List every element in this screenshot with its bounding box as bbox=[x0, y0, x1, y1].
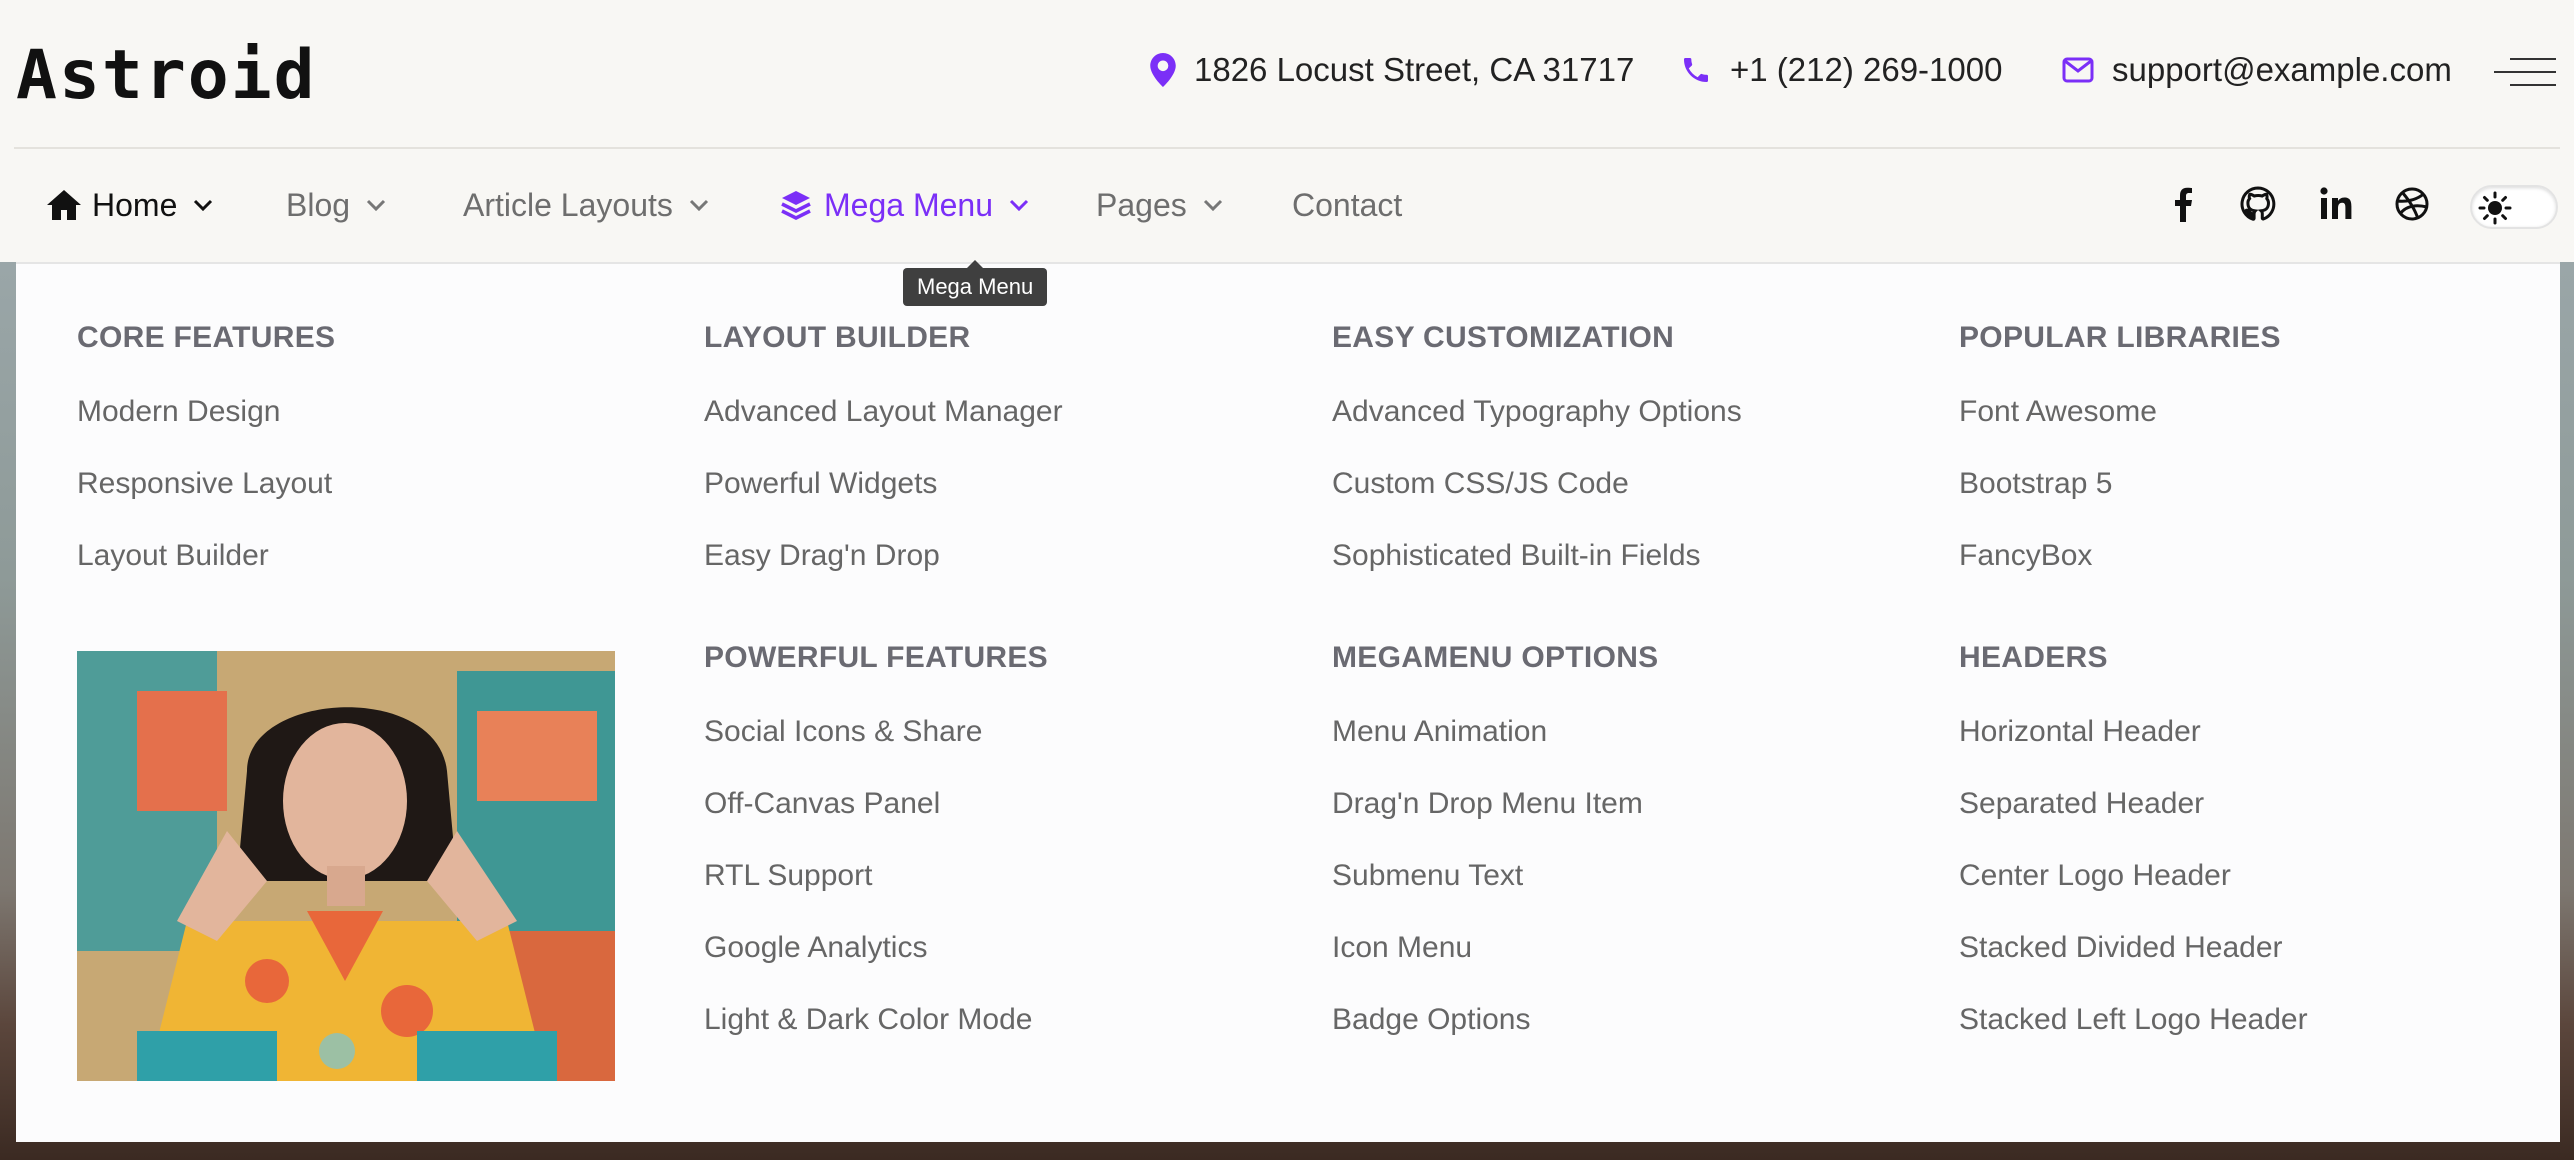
mega-column-core-features: CORE FEATURES Modern Design Responsive L… bbox=[77, 318, 335, 576]
home-icon bbox=[47, 190, 81, 220]
dribbble-icon[interactable] bbox=[2394, 186, 2430, 222]
menu-link[interactable]: Light & Dark Color Mode bbox=[704, 1000, 1048, 1040]
contact-address[interactable]: 1826 Locust Street, CA 31717 bbox=[1150, 46, 1634, 94]
menu-link[interactable]: Stacked Left Logo Header bbox=[1959, 1000, 2308, 1040]
phone-icon bbox=[1684, 58, 1708, 82]
menu-link[interactable]: Social Icons & Share bbox=[704, 712, 1048, 752]
menu-link[interactable]: Google Analytics bbox=[704, 928, 1048, 968]
menu-link[interactable]: Horizontal Header bbox=[1959, 712, 2308, 752]
nav-home[interactable]: Home bbox=[46, 179, 213, 231]
menu-link[interactable]: Menu Animation bbox=[1332, 712, 1658, 752]
menu-link[interactable]: Responsive Layout bbox=[77, 464, 335, 504]
site-logo[interactable]: Astroid bbox=[16, 36, 317, 115]
linkedin-icon[interactable] bbox=[2318, 186, 2354, 222]
column-title: HEADERS bbox=[1959, 641, 2108, 674]
menu-link[interactable]: Bootstrap 5 bbox=[1959, 464, 2281, 504]
mega-column-powerful-features: POWERFUL FEATURES Social Icons & Share O… bbox=[704, 638, 1048, 1040]
layers-icon bbox=[781, 191, 811, 220]
map-pin-icon bbox=[1150, 53, 1176, 87]
nav-pages-label: Pages bbox=[1096, 186, 1187, 223]
column-title: EASY CUSTOMIZATION bbox=[1332, 321, 1675, 354]
mega-column-headers: HEADERS Horizontal Header Separated Head… bbox=[1959, 638, 2308, 1040]
chevron-down-icon bbox=[194, 199, 213, 211]
menu-link[interactable]: Drag'n Drop Menu Item bbox=[1332, 784, 1658, 824]
chevron-down-icon bbox=[1203, 199, 1222, 211]
chevron-down-icon bbox=[689, 199, 708, 211]
column-title: LAYOUT BUILDER bbox=[704, 321, 971, 354]
menu-link[interactable]: Sophisticated Built-in Fields bbox=[1332, 536, 1742, 576]
mega-menu-tooltip: Mega Menu bbox=[903, 260, 1048, 306]
mega-column-layout-builder: LAYOUT BUILDER Advanced Layout Manager P… bbox=[704, 318, 1063, 576]
chevron-down-icon bbox=[366, 199, 386, 211]
menu-link[interactable]: Advanced Typography Options bbox=[1332, 392, 1742, 432]
mega-column-megamenu-options: MEGAMENU OPTIONS Menu Animation Drag'n D… bbox=[1332, 638, 1658, 1040]
color-mode-toggle[interactable] bbox=[2470, 185, 2558, 229]
address-text: 1826 Locust Street, CA 31717 bbox=[1194, 51, 1635, 88]
menu-link[interactable]: Separated Header bbox=[1959, 784, 2308, 824]
nav-pages[interactable]: Pages bbox=[1096, 179, 1223, 231]
phone-text: +1 (212) 269-1000 bbox=[1730, 51, 2003, 88]
menu-link[interactable]: Easy Drag'n Drop bbox=[704, 536, 1063, 576]
menu-link[interactable]: Powerful Widgets bbox=[704, 464, 1063, 504]
menu-link[interactable]: Font Awesome bbox=[1959, 392, 2281, 432]
column-title: POPULAR LIBRARIES bbox=[1959, 321, 2281, 354]
nav-home-label: Home bbox=[92, 186, 178, 223]
nav-blog-label: Blog bbox=[286, 186, 351, 223]
menu-link[interactable]: Modern Design bbox=[77, 392, 335, 432]
contact-phone[interactable]: +1 (212) 269-1000 bbox=[1680, 46, 2002, 94]
nav-article-layouts-label: Article Layouts bbox=[463, 186, 673, 223]
menu-link[interactable]: FancyBox bbox=[1959, 536, 2281, 576]
nav-mega-menu[interactable]: Mega Menu bbox=[780, 179, 1029, 231]
column-title: MEGAMENU OPTIONS bbox=[1332, 641, 1659, 674]
mega-column-popular-libraries: POPULAR LIBRARIES Font Awesome Bootstrap… bbox=[1959, 318, 2281, 576]
envelope-icon bbox=[2062, 57, 2094, 83]
offcanvas-menu-button[interactable] bbox=[2494, 52, 2556, 92]
menu-link[interactable]: Icon Menu bbox=[1332, 928, 1658, 968]
mega-menu-image bbox=[77, 651, 615, 1081]
nav-blog[interactable]: Blog bbox=[286, 179, 386, 231]
menu-link[interactable]: Layout Builder bbox=[77, 536, 335, 576]
column-title: CORE FEATURES bbox=[77, 321, 336, 354]
menu-link[interactable]: Custom CSS/JS Code bbox=[1332, 464, 1742, 504]
contact-email[interactable]: support@example.com bbox=[2062, 46, 2452, 94]
menu-link[interactable]: Stacked Divided Header bbox=[1959, 928, 2308, 968]
mega-column-easy-customization: EASY CUSTOMIZATION Advanced Typography O… bbox=[1332, 318, 1742, 576]
mega-menu-dropdown: CORE FEATURES Modern Design Responsive L… bbox=[16, 262, 2560, 1142]
column-title: POWERFUL FEATURES bbox=[704, 641, 1048, 674]
menu-link[interactable]: Center Logo Header bbox=[1959, 856, 2308, 896]
menu-link[interactable]: Off-Canvas Panel bbox=[704, 784, 1048, 824]
chevron-down-icon bbox=[1009, 199, 1029, 211]
nav-mega-menu-label: Mega Menu bbox=[824, 186, 993, 223]
facebook-icon[interactable] bbox=[2166, 186, 2202, 222]
topbar: Astroid 1826 Locust Street, CA 31717 +1 … bbox=[0, 0, 2574, 148]
nav-article-layouts[interactable]: Article Layouts bbox=[463, 179, 709, 231]
menu-link[interactable]: Advanced Layout Manager bbox=[704, 392, 1063, 432]
sun-icon bbox=[2478, 191, 2512, 225]
menu-link[interactable]: Submenu Text bbox=[1332, 856, 1658, 896]
nav-contact-label: Contact bbox=[1292, 186, 1403, 223]
menu-link[interactable]: RTL Support bbox=[704, 856, 1048, 896]
github-icon[interactable] bbox=[2240, 186, 2276, 222]
email-text: support@example.com bbox=[2112, 51, 2452, 88]
nav-contact[interactable]: Contact bbox=[1292, 179, 1402, 231]
menu-link[interactable]: Badge Options bbox=[1332, 1000, 1658, 1040]
